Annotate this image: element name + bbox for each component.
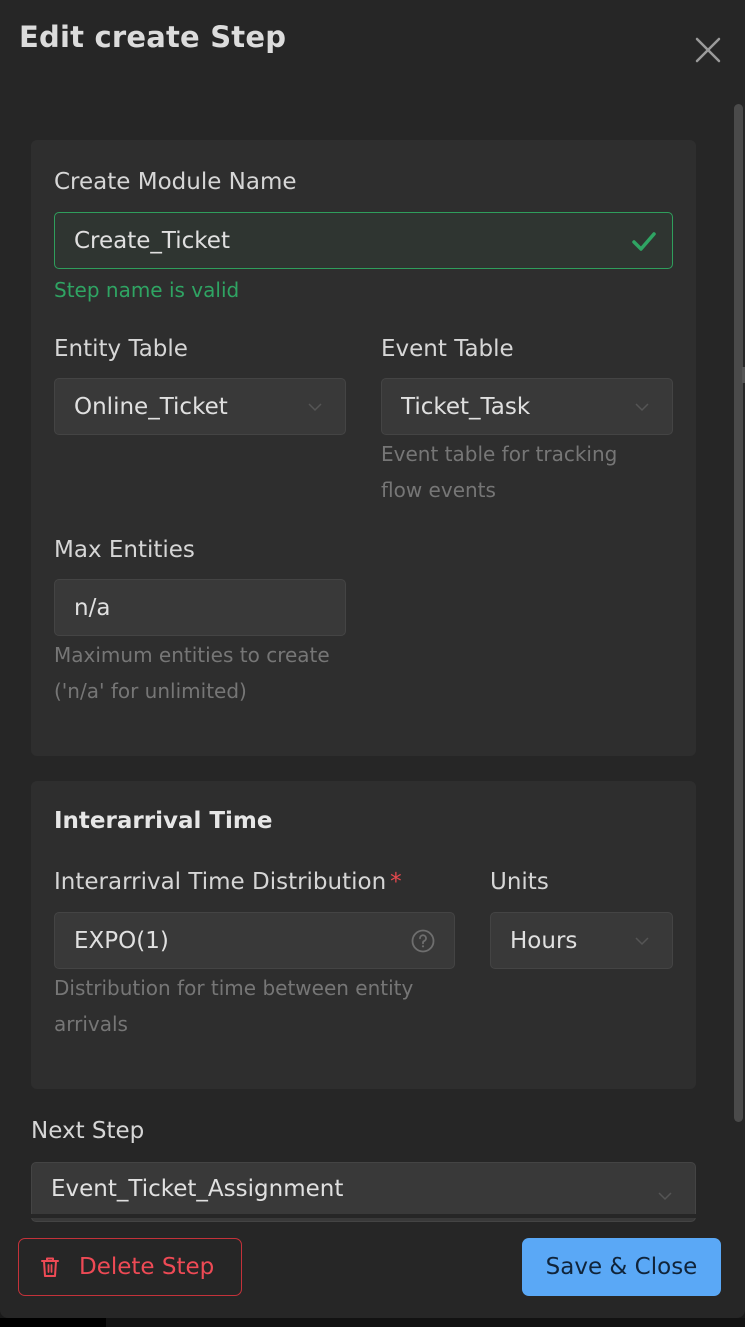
distribution-help-line2: arrivals: [54, 1012, 128, 1036]
content-clip-edge: [0, 1214, 733, 1218]
max-entities-help-line1: Maximum entities to create: [54, 643, 330, 667]
distribution-label: Interarrival Time Distribution *: [54, 869, 402, 895]
required-marker: *: [390, 869, 402, 895]
units-label: Units: [490, 869, 549, 895]
close-icon: [695, 37, 721, 63]
delete-step-button[interactable]: Delete Step: [18, 1238, 242, 1296]
module-name-value: Create_Ticket: [74, 227, 230, 254]
check-icon: [632, 231, 656, 251]
distribution-help-line1: Distribution for time between entity: [54, 976, 414, 1000]
max-entities-label: Max Entities: [54, 537, 195, 563]
module-name-input[interactable]: Create_Ticket: [54, 212, 673, 269]
next-step-value: Event_Ticket_Assignment: [51, 1176, 344, 1202]
next-step-select[interactable]: Event_Ticket_Assignment: [31, 1162, 696, 1222]
interarrival-section-title: Interarrival Time: [54, 808, 273, 834]
event-table-select[interactable]: Ticket_Task: [381, 378, 673, 435]
close-button[interactable]: [692, 34, 724, 66]
entity-table-value: Online_Ticket: [74, 393, 228, 420]
interarrival-card: Interarrival Time Interarrival Time Dist…: [31, 781, 696, 1089]
entity-table-label: Entity Table: [54, 336, 188, 362]
scrollbar[interactable]: [734, 104, 743, 1122]
event-table-label: Event Table: [381, 336, 514, 362]
next-step-label: Next Step: [31, 1118, 145, 1144]
chevron-down-icon: [658, 1192, 672, 1201]
trash-icon: [39, 1255, 61, 1279]
max-entities-value: n/a: [74, 594, 111, 621]
save-and-close-label: Save & Close: [545, 1254, 698, 1280]
distribution-value: EXPO(1): [74, 927, 169, 954]
event-table-help: Event table for tracking flow events: [381, 436, 617, 508]
distribution-label-text: Interarrival Time Distribution: [54, 869, 387, 895]
dialog-title: Edit create Step: [19, 20, 287, 54]
units-select[interactable]: Hours: [490, 912, 673, 969]
event-table-help-line2: flow events: [381, 478, 496, 502]
event-table-value: Ticket_Task: [401, 393, 531, 420]
module-settings-card: Create Module Name Create_Ticket Step na…: [31, 140, 696, 756]
help-circle-icon[interactable]: [410, 928, 436, 954]
window-bottom-edge: [0, 1318, 745, 1327]
distribution-help: Distribution for time between entity arr…: [54, 970, 413, 1042]
event-table-help-line1: Event table for tracking: [381, 442, 618, 466]
save-and-close-button[interactable]: Save & Close: [522, 1238, 721, 1296]
distribution-input[interactable]: EXPO(1): [54, 912, 455, 969]
max-entities-help-line2: ('n/a' for unlimited): [54, 679, 247, 703]
module-name-label: Create Module Name: [54, 169, 297, 195]
chevron-down-icon: [635, 936, 649, 945]
delete-step-label: Delete Step: [79, 1254, 215, 1280]
chevron-down-icon: [308, 402, 322, 411]
entity-table-select[interactable]: Online_Ticket: [54, 378, 346, 435]
chevron-down-icon: [635, 402, 649, 411]
name-valid-message: Step name is valid: [54, 278, 240, 302]
max-entities-input[interactable]: n/a: [54, 579, 346, 636]
max-entities-help: Maximum entities to create ('n/a' for un…: [54, 637, 330, 709]
edit-step-dialog: Edit create Step Create Module Name Crea…: [0, 0, 745, 1318]
